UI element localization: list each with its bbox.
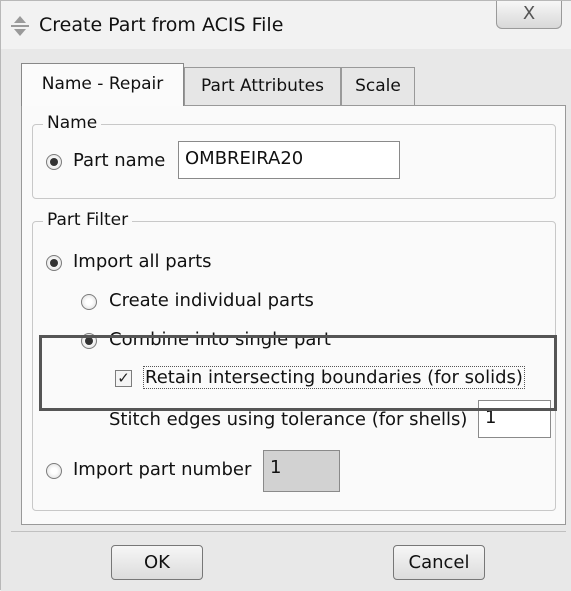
import-number-label: Import part number [73,459,252,480]
ok-label: OK [144,552,170,573]
tab-name-repair[interactable]: Name - Repair [21,63,184,106]
part-name-radio[interactable] [46,154,62,170]
name-group: Name Part name OMBREIRA20 [32,113,556,199]
tab-part-attributes[interactable]: Part Attributes [184,67,341,105]
window-title: Create Part from ACIS File [39,14,284,36]
ok-button[interactable]: OK [111,545,203,580]
highlight-box [39,335,557,411]
app-icon [11,16,29,36]
part-name-field[interactable]: OMBREIRA20 [178,141,400,179]
tab-panel: Name Part name OMBREIRA20 Part Filter Im… [21,105,566,525]
tab-label: Name - Repair [41,74,164,94]
dialog-window: Create Part from ACIS File X Name - Repa… [0,0,571,591]
close-button[interactable]: X [496,1,562,29]
cancel-button[interactable]: Cancel [393,545,485,580]
import-number-value: 1 [270,457,282,478]
create-individual-label: Create individual parts [109,290,314,311]
stitch-label: Stitch edges using tolerance (for shells… [109,409,468,430]
part-name-label: Part name [73,150,166,171]
import-number-field[interactable]: 1 [263,450,340,492]
tab-label: Scale [355,76,401,96]
group-label-name: Name [43,113,102,133]
tab-scale[interactable]: Scale [341,67,415,105]
create-individual-radio[interactable] [81,294,97,310]
import-all-label: Import all parts [73,251,212,272]
cancel-label: Cancel [408,552,470,573]
import-number-radio[interactable] [46,463,62,479]
footer-separator [11,531,566,532]
dialog-body: Name - Repair Part Attributes Scale Name… [1,49,571,591]
tab-label: Part Attributes [201,76,324,96]
import-all-radio[interactable] [46,255,62,271]
part-name-value: OMBREIRA20 [185,148,304,169]
title-bar: Create Part from ACIS File X [1,1,571,49]
group-label-part-filter: Part Filter [43,210,133,230]
close-icon: X [522,3,536,24]
